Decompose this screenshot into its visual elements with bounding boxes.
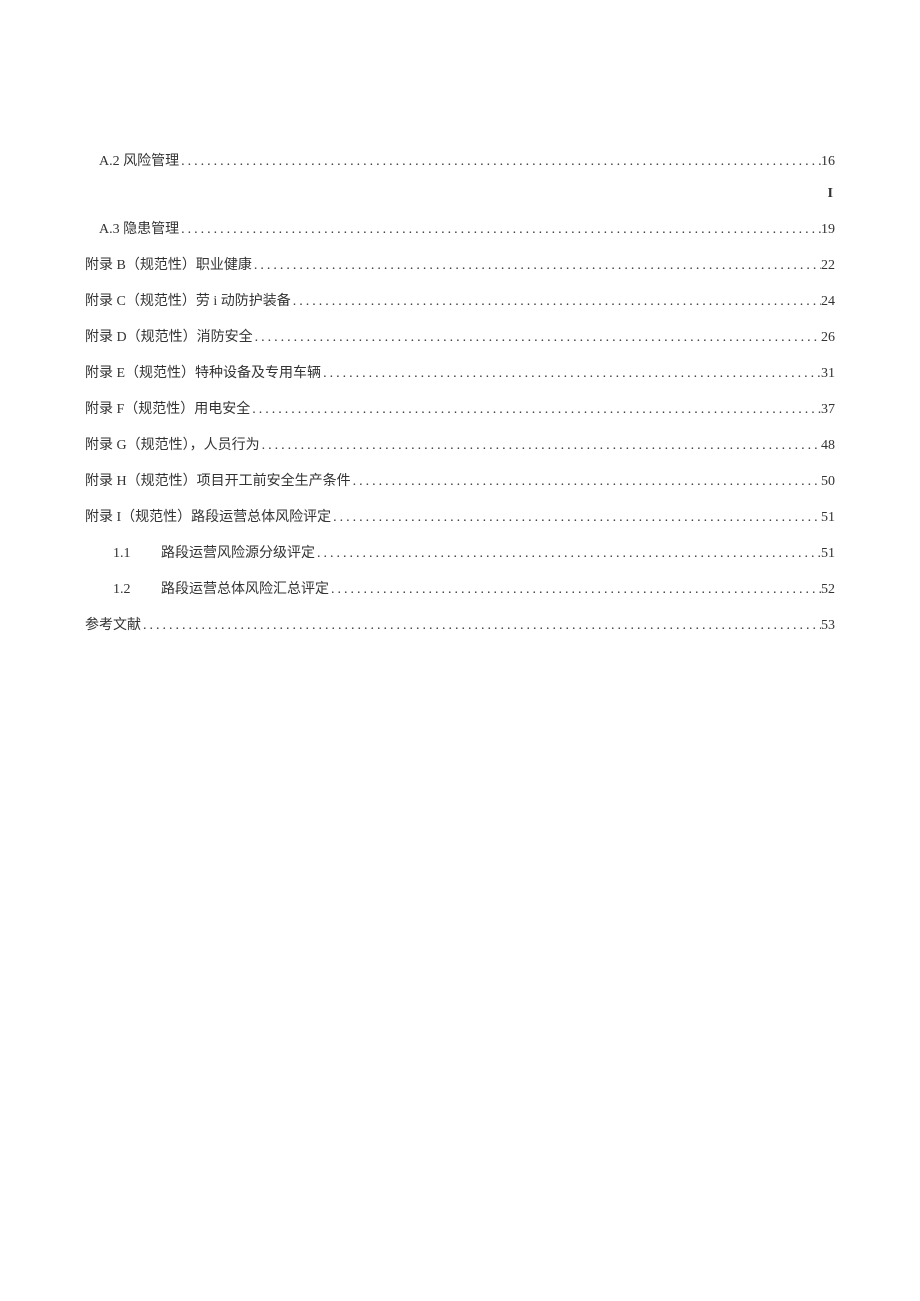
toc-entry-label: A.3 隐患管理: [99, 218, 179, 238]
toc-entry-page: 52: [821, 582, 835, 598]
toc-entry-page: 22: [821, 258, 835, 274]
toc-entry: 1.2路段运营总体风险汇总评定 52: [85, 578, 835, 598]
toc-entry-label: 附录 C（规范性）劳 i 动防护装备: [85, 290, 291, 310]
toc-leader-dots: [331, 510, 821, 526]
toc-entry-page: 51: [821, 510, 835, 526]
toc-leader-dots: [329, 582, 821, 598]
toc-leader-dots: [291, 294, 821, 310]
toc-entry: 附录 D（规范性）消防安全 26: [85, 326, 835, 346]
toc-entry-label: 附录 G（规范性），人员行为: [85, 434, 260, 454]
toc-entry-label: A.2 风险管理: [99, 150, 179, 170]
toc-leader-dots: [260, 438, 821, 454]
toc-entry-page: 31: [821, 366, 835, 382]
toc-leader-dots: [253, 330, 821, 346]
toc-leader-dots: [321, 366, 821, 382]
toc-entry: 附录 G（规范性），人员行为 48: [85, 434, 835, 454]
toc-entry: 1.1路段运营风险源分级评定 51: [85, 542, 835, 562]
toc-leader-dots: [179, 154, 821, 170]
toc-entry-label: 参考文献: [85, 614, 141, 634]
toc-entry-page: 19: [821, 222, 835, 238]
toc-entry-page: 48: [821, 438, 835, 454]
toc-entry-label: 1.2路段运营总体风险汇总评定: [113, 578, 329, 598]
toc-entry-page: 50: [821, 474, 835, 490]
toc-entry: 参考文献 53: [85, 614, 835, 634]
toc-entry-number: 1.1: [113, 546, 161, 562]
toc-entry-number: 1.2: [113, 582, 161, 598]
toc-leader-dots: [252, 258, 821, 274]
toc-leader-dots: [250, 402, 821, 418]
toc-entry-label: 附录 H（规范性）项目开工前安全生产条件: [85, 470, 351, 490]
toc-entry-label: 附录 E（规范性）特种设备及专用车辆: [85, 362, 321, 382]
toc-entry: 附录 H（规范性）项目开工前安全生产条件 50: [85, 470, 835, 490]
toc-entry-label: 附录 D（规范性）消防安全: [85, 326, 253, 346]
toc-entry-label: 附录 B（规范性）职业健康: [85, 254, 252, 274]
toc-leader-dots: [315, 546, 821, 562]
toc-entry-page: 53: [821, 618, 835, 634]
toc-entry-page: 37: [821, 402, 835, 418]
toc-leader-dots: [351, 474, 821, 490]
toc-leader-dots: [141, 618, 821, 634]
toc-entry: A.3 隐患管理 19: [85, 218, 835, 238]
toc-entry-label: 附录 F（规范性）用电安全: [85, 398, 250, 418]
toc-entry-page: 16: [821, 154, 835, 170]
toc-entry-label: 1.1路段运营风险源分级评定: [113, 542, 315, 562]
toc-entry: 附录 F（规范性）用电安全 37: [85, 398, 835, 418]
toc-entry-page: 26: [821, 330, 835, 346]
table-of-contents: A.2 风险管理16IA.3 隐患管理 19附录 B（规范性）职业健康 22附录…: [85, 150, 835, 634]
section-roman-marker: I: [85, 186, 835, 202]
toc-entry-page: 24: [821, 294, 835, 310]
toc-entry: A.2 风险管理 16: [85, 150, 835, 170]
toc-entry: 附录 C（规范性）劳 i 动防护装备 24: [85, 290, 835, 310]
toc-entry: 附录 E（规范性）特种设备及专用车辆 31: [85, 362, 835, 382]
toc-entry: 附录 I（规范性）路段运营总体风险评定 51: [85, 506, 835, 526]
toc-entry-label: 附录 I（规范性）路段运营总体风险评定: [85, 506, 331, 526]
toc-entry-page: 51: [821, 546, 835, 562]
toc-leader-dots: [179, 222, 821, 238]
toc-entry: 附录 B（规范性）职业健康 22: [85, 254, 835, 274]
